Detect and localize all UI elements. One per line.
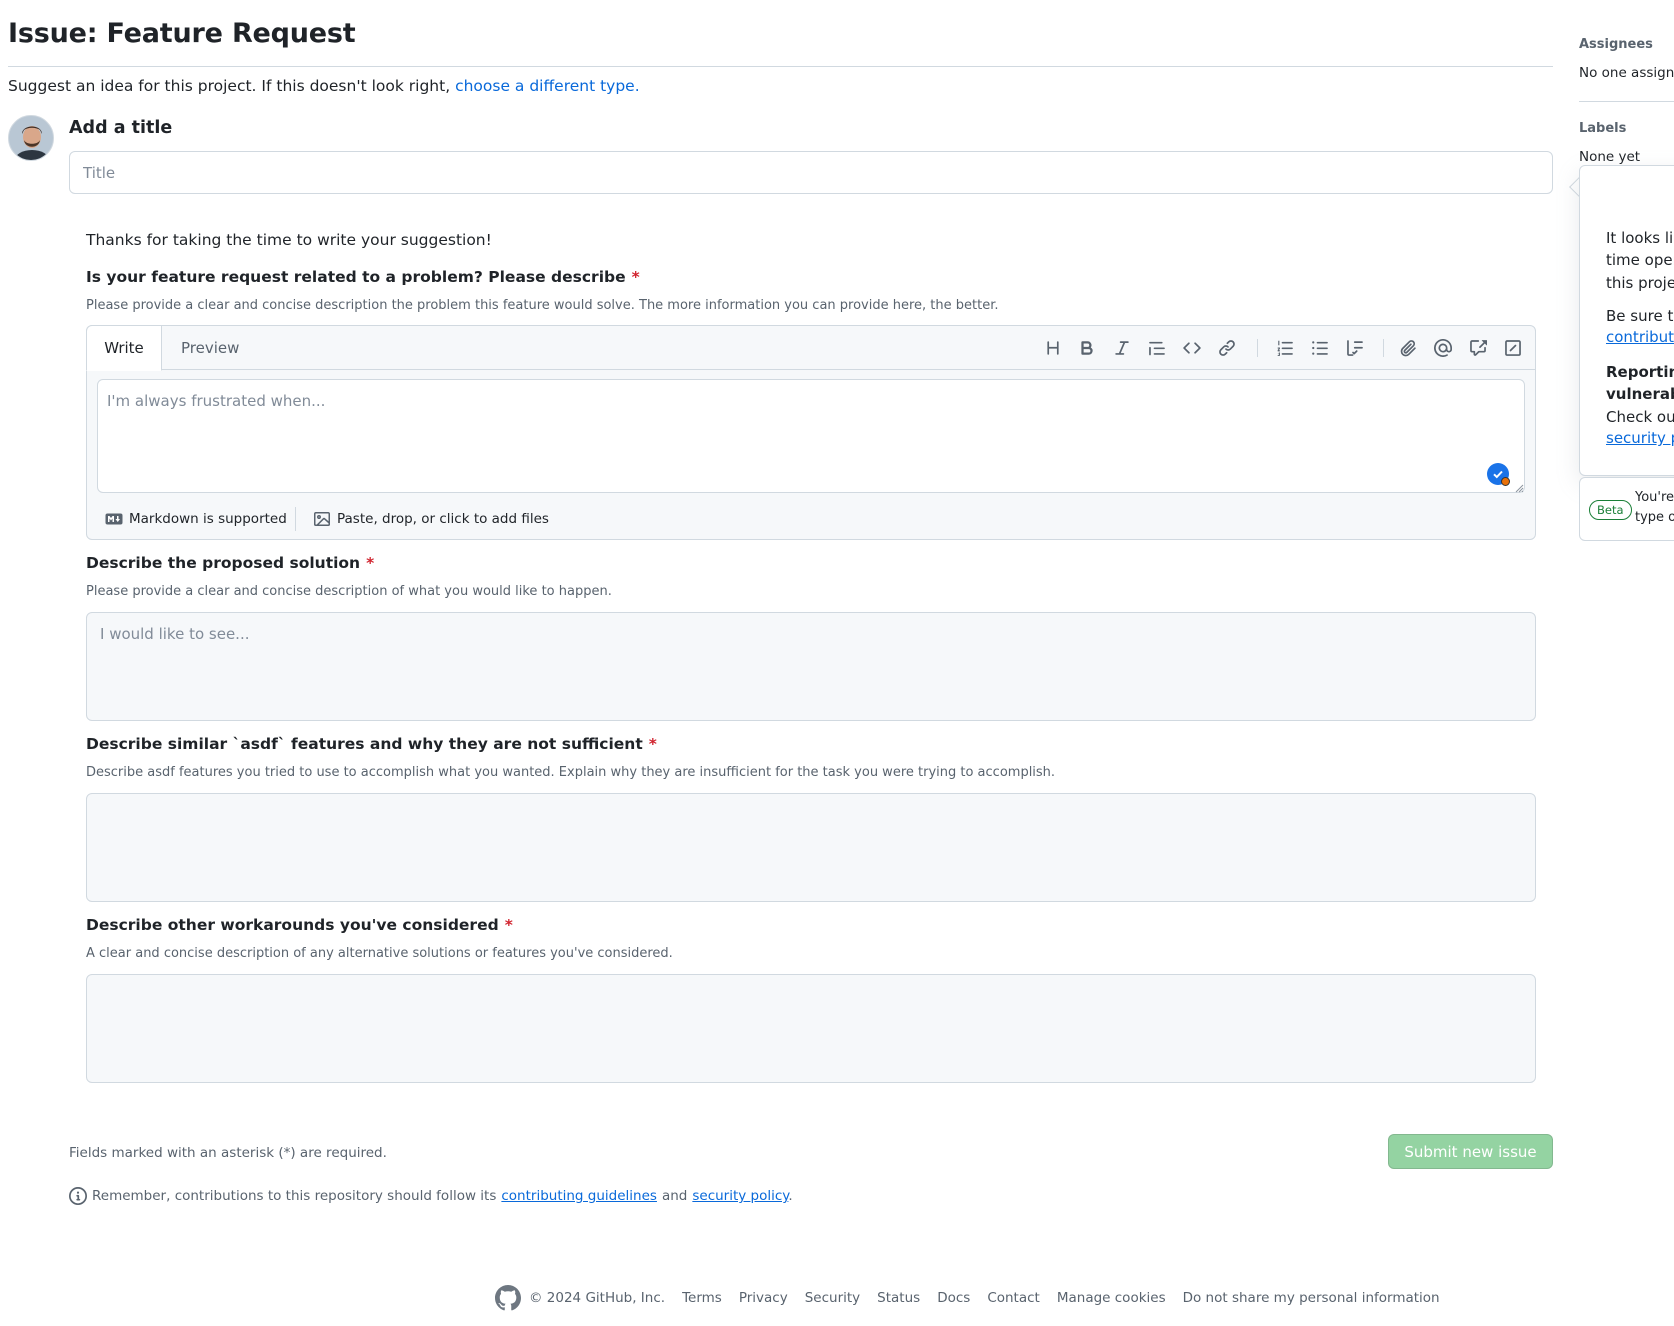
saved-replies-icon[interactable]	[1503, 338, 1523, 358]
labels-heading[interactable]: Labels	[1579, 121, 1626, 136]
required-asterisk: *	[631, 268, 640, 286]
form-intro: Thanks for taking the time to write your…	[86, 231, 492, 249]
attach-icon[interactable]	[1398, 338, 1418, 358]
footer-link-manage-cookies[interactable]: Manage cookies	[1057, 1290, 1166, 1306]
submit-new-issue-button[interactable]: Submit new issue	[1388, 1134, 1553, 1169]
choose-different-type-link[interactable]: choose a different type.	[455, 77, 640, 95]
footer-link-do-not-share[interactable]: Do not share my personal information	[1183, 1290, 1440, 1306]
field-label-text: Is your feature request related to a pro…	[86, 268, 626, 286]
field-label-problem: Is your feature request related to a pro…	[86, 268, 640, 286]
reminder-and-text: and	[661, 1188, 688, 1204]
github-logo-icon[interactable]	[495, 1285, 521, 1311]
required-asterisk: *	[648, 735, 657, 753]
footer-link-terms[interactable]: Terms	[682, 1290, 722, 1306]
field-description-similar-features: Describe asdf features you tried to use …	[86, 765, 1056, 780]
code-icon[interactable]	[1182, 338, 1202, 358]
field-description-workarounds: A clear and concise description of any a…	[86, 946, 673, 961]
italic-icon[interactable]	[1112, 338, 1132, 358]
field-label-text: Describe the proposed solution	[86, 554, 361, 572]
page-subtitle: Suggest an idea for this project. If thi…	[8, 77, 640, 95]
reminder-period: .	[788, 1188, 793, 1204]
attach-files-text: Paste, drop, or click to add files	[337, 511, 549, 527]
footer-link-privacy[interactable]: Privacy	[739, 1290, 788, 1306]
markdown-editor: Write Preview I'm always frustrated when…	[86, 325, 1536, 540]
toolbar-divider	[1257, 339, 1258, 357]
popover-heading: Reporting	[1606, 363, 1674, 381]
footer-link-security[interactable]: Security	[805, 1290, 860, 1306]
required-fields-note: Fields marked with an asterisk (*) are r…	[69, 1145, 387, 1161]
workarounds-textarea[interactable]	[86, 974, 1536, 1083]
beta-notice-card: Beta You're type o	[1579, 477, 1674, 541]
link-icon[interactable]	[1217, 338, 1237, 358]
field-label-workarounds: Describe other workarounds you've consid…	[86, 916, 513, 934]
title-input[interactable]	[69, 151, 1553, 194]
title-divider	[8, 66, 1553, 67]
tab-preview[interactable]: Preview	[181, 326, 239, 370]
footer-divider	[295, 507, 296, 531]
security-policy-link[interactable]: security policy	[692, 1188, 788, 1204]
labels-value: None yet	[1579, 149, 1641, 165]
field-label-similar-features: Describe similar `asdf` features and why…	[86, 735, 657, 753]
sidebar-divider	[1579, 101, 1674, 102]
add-title-label: Add a title	[69, 118, 173, 138]
markdown-icon	[105, 513, 123, 525]
assignees-heading[interactable]: Assignees	[1579, 37, 1653, 52]
heading-icon[interactable]	[1043, 338, 1063, 358]
mention-icon[interactable]	[1433, 338, 1453, 358]
popover-text: time oper	[1606, 251, 1674, 269]
required-asterisk: *	[504, 916, 513, 934]
field-description-problem: Please provide a clear and concise descr…	[86, 298, 999, 313]
contributing-guidelines-link[interactable]: contributing guidelines	[501, 1188, 657, 1204]
reminder-text: Remember, contributions to this reposito…	[92, 1188, 497, 1204]
markdown-supported-text: Markdown is supported	[129, 511, 287, 527]
beta-text-line: type o	[1635, 510, 1674, 525]
bold-icon[interactable]	[1077, 338, 1097, 358]
editor-tabbar: Write Preview	[86, 325, 1535, 371]
popover-text: It looks lik	[1606, 229, 1674, 247]
grammarly-status-dot	[1501, 477, 1510, 486]
footer-link-contact[interactable]: Contact	[987, 1290, 1040, 1306]
field-label-text: Describe similar `asdf` features and why…	[86, 735, 643, 753]
toolbar-divider	[1383, 339, 1384, 357]
first-time-contributor-popover: It looks lik time oper this proje Be sur…	[1579, 165, 1674, 476]
field-description-solution: Please provide a clear and concise descr…	[86, 584, 612, 599]
popover-security-link[interactable]: security p	[1606, 429, 1674, 447]
footer-link-docs[interactable]: Docs	[937, 1290, 970, 1306]
resize-handle-icon[interactable]	[1514, 483, 1524, 493]
popover-heading: vulnerabi	[1606, 385, 1674, 403]
required-asterisk: *	[366, 554, 375, 572]
beta-text: You're type o	[1635, 488, 1674, 528]
quote-icon[interactable]	[1147, 338, 1167, 358]
footer-link-status[interactable]: Status	[877, 1290, 920, 1306]
reference-icon[interactable]	[1468, 338, 1488, 358]
solution-textarea[interactable]	[86, 612, 1536, 721]
image-icon	[314, 512, 330, 526]
problem-description-textarea[interactable]	[97, 379, 1525, 493]
field-label-text: Describe other workarounds you've consid…	[86, 916, 499, 934]
attach-files-button[interactable]: Paste, drop, or click to add files	[313, 497, 549, 541]
markdown-supported-link[interactable]: Markdown is supported	[105, 497, 287, 541]
assignees-value: No one assigne	[1579, 65, 1674, 81]
unordered-list-icon[interactable]	[1310, 338, 1330, 358]
info-icon	[69, 1187, 87, 1205]
beta-text-line: You're	[1635, 490, 1674, 505]
page-title: Issue: Feature Request	[8, 18, 356, 49]
tab-write[interactable]: Write	[86, 325, 162, 371]
subtitle-text: Suggest an idea for this project. If thi…	[8, 77, 451, 95]
ordered-list-icon[interactable]	[1275, 338, 1295, 358]
page-footer: © 2024 GitHub, Inc. Terms Privacy Securi…	[495, 1283, 1440, 1313]
popover-text: Check out	[1606, 408, 1674, 426]
editor-footer: Markdown is supported Paste, drop, or cl…	[87, 497, 1535, 541]
beta-badge: Beta	[1589, 500, 1632, 520]
similar-features-textarea[interactable]	[86, 793, 1536, 902]
field-label-solution: Describe the proposed solution *	[86, 554, 374, 572]
avatar[interactable]	[8, 115, 54, 161]
popover-text: this proje	[1606, 274, 1674, 292]
popover-contributing-link[interactable]: contributi	[1606, 328, 1674, 346]
contribution-reminder: Remember, contributions to this reposito…	[69, 1187, 793, 1205]
task-list-icon[interactable]	[1345, 338, 1365, 358]
popover-text: Be sure to	[1606, 307, 1674, 325]
footer-copyright: © 2024 GitHub, Inc.	[529, 1290, 666, 1306]
